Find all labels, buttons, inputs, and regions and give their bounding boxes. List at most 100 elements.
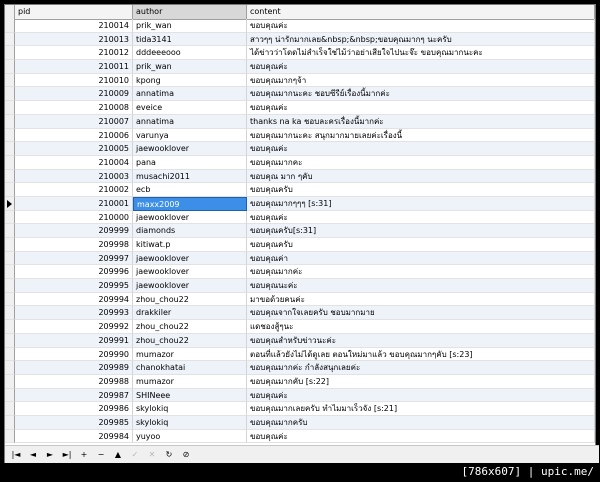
cell-pid[interactable]: 210000 (15, 210, 133, 225)
prior-record-button[interactable]: ◄ (26, 448, 40, 462)
table-row[interactable]: 209988 mumazor ขอบคุณมากคับ [s:22] (5, 374, 595, 389)
table-row[interactable]: 209994 zhou_chou22 มาขอด้วยคนค่ะ (5, 292, 595, 307)
cell-content[interactable]: ขอบคุณนะค่ะ (247, 279, 595, 293)
cell-content[interactable]: ขอบคุณสำหรับข่าวนะค่ะ (247, 333, 595, 348)
cancel-edit-button[interactable]: ✕ (145, 448, 159, 462)
last-record-button[interactable]: ►| (60, 448, 74, 462)
insert-record-button[interactable]: + (77, 448, 91, 462)
cell-content[interactable]: มาขอด้วยคนค่ะ (247, 292, 595, 307)
cell-author[interactable]: chanokhatai (133, 361, 247, 375)
cell-pid[interactable]: 210008 (15, 101, 133, 115)
table-row[interactable]: 210006 varunya ขอบคุณมากนะคะ สนุกมากมายเลย… (5, 128, 595, 143)
cell-content[interactable]: ขอบคุณค่ะ (247, 210, 595, 225)
cell-author[interactable]: mumazor (133, 374, 247, 389)
cell-pid[interactable]: 210004 (15, 155, 133, 170)
row-indicator[interactable] (5, 169, 15, 184)
cell-content[interactable]: ขอบคุณมากค่ะ (247, 265, 595, 280)
table-row[interactable]: 209991 zhou_chou22 ขอบคุณสำหรับข่าวนะค่ะ (5, 333, 595, 348)
cell-author[interactable]: zhou_chou22 (133, 333, 247, 348)
cell-author[interactable]: tida3141 (133, 32, 247, 47)
cell-content[interactable]: ตอนที่แล้วยังไม่ได้ดูเลย ตอนใหม่มาแล้ว ข… (247, 347, 595, 362)
post-edit-button[interactable]: ✓ (128, 448, 142, 462)
cell-content[interactable]: ขอบคุณค่ะ (247, 19, 595, 33)
cell-author[interactable]: prik_wan (133, 60, 247, 74)
table-row[interactable]: 209995 jaewooklover ขอบคุณนะค่ะ (5, 279, 595, 293)
apply-filter-button[interactable]: ⊘ (179, 448, 193, 462)
cell-author[interactable]: jaewooklover (133, 279, 247, 293)
row-indicator[interactable] (5, 32, 15, 47)
cell-author[interactable]: jaewooklover (133, 251, 247, 266)
cell-content[interactable]: ขอบคุณมากคับ [s:22] (247, 374, 595, 389)
cell-pid[interactable]: 209992 (15, 320, 133, 334)
cell-author[interactable]: dddeeeooo (133, 46, 247, 61)
row-indicator[interactable] (5, 155, 15, 170)
cell-pid[interactable]: 209986 (15, 402, 133, 416)
cell-author[interactable]: prik_wan (133, 19, 247, 33)
cell-pid[interactable]: 210012 (15, 46, 133, 61)
table-row[interactable]: 210004 pana ขอบคุณมากคะ (5, 155, 595, 170)
cell-content[interactable]: thanks na ka ชอบละครเรื่องนี้มากค่ะ (247, 114, 595, 129)
cell-author[interactable]: diamonds (133, 224, 247, 238)
row-indicator[interactable] (5, 142, 15, 156)
cell-content[interactable]: ขอบคุณมากครับ (247, 415, 595, 430)
cell-pid[interactable]: 210003 (15, 169, 133, 184)
row-indicator[interactable] (5, 265, 15, 280)
cell-pid[interactable]: 210010 (15, 73, 133, 88)
cell-author[interactable]: annatima (133, 87, 247, 102)
cell-author[interactable]: zhou_chou22 (133, 320, 247, 334)
cell-content[interactable]: ขอบคุณค่ะ (247, 60, 595, 74)
table-row[interactable]: 210005 jaewooklover ขอบคุณค่ะ (5, 142, 595, 156)
row-indicator[interactable] (5, 333, 15, 348)
cell-pid[interactable]: 209996 (15, 265, 133, 280)
cell-content[interactable]: ขอบคุณครับ[s:31] (247, 224, 595, 238)
cell-author[interactable]: SHINeee (133, 388, 247, 403)
row-indicator[interactable] (5, 429, 15, 444)
cell-author[interactable]: skylokiq (133, 402, 247, 416)
cell-author[interactable]: kitiwat.p (133, 238, 247, 252)
cell-author[interactable]: pana (133, 155, 247, 170)
cell-pid[interactable]: 209989 (15, 361, 133, 375)
cell-pid[interactable]: 209994 (15, 292, 133, 307)
cell-pid[interactable]: 209998 (15, 238, 133, 252)
cell-author[interactable]: jaewooklover (133, 142, 247, 156)
cell-pid[interactable]: 210005 (15, 142, 133, 156)
cell-pid[interactable]: 210001 (15, 196, 133, 211)
table-row[interactable]: 209984 yuyoo ขอบคุณค่ะ (5, 429, 595, 444)
table-row[interactable]: 209985 skylokiq ขอบคุณมากครับ (5, 415, 595, 430)
cell-pid[interactable]: 209993 (15, 306, 133, 321)
row-indicator[interactable] (5, 183, 15, 197)
table-row[interactable]: 209996 jaewooklover ขอบคุณมากค่ะ (5, 265, 595, 280)
cell-author[interactable]: jaewooklover (133, 210, 247, 225)
row-indicator[interactable] (5, 87, 15, 102)
table-row[interactable]: 209989 chanokhatai ขอบคุณมากค่ะ กำลังสนุกเ… (5, 361, 595, 375)
column-header-author[interactable]: author (133, 5, 247, 19)
table-row[interactable]: 210014 prik_wan ขอบคุณค่ะ (5, 19, 595, 33)
cell-pid[interactable]: 209988 (15, 374, 133, 389)
cell-content[interactable]: ขอบคุณครับ (247, 238, 595, 252)
cell-content[interactable]: ขอบคุณค่ะ (247, 101, 595, 115)
cell-author[interactable]: annatima (133, 114, 247, 129)
table-row[interactable]: 210007 annatima thanks na ka ชอบละครเรื่อง… (5, 114, 595, 129)
cell-pid[interactable]: 209990 (15, 347, 133, 362)
cell-author[interactable]: eveice (133, 101, 247, 115)
cell-content[interactable]: ขอบคุณมากๆๆๆ [s:31] (247, 196, 595, 211)
cell-pid[interactable]: 210011 (15, 60, 133, 74)
cell-content[interactable]: ได้ข่าวว่าโดดไม่สำเร็จใช่ไม้ว่าอย่าเสียใ… (247, 46, 595, 61)
cell-author[interactable]: ecb (133, 183, 247, 197)
table-row[interactable]: 209998 kitiwat.p ขอบคุณครับ (5, 238, 595, 252)
cell-pid[interactable]: 210002 (15, 183, 133, 197)
table-row[interactable]: 210008 eveice ขอบคุณค่ะ (5, 101, 595, 115)
edit-record-button[interactable]: ▲ (111, 448, 125, 462)
table-row[interactable]: 210012 dddeeeooo ได้ข่าวว่าโดดไม่สำเร็จใช่… (5, 46, 595, 61)
row-indicator[interactable] (5, 374, 15, 389)
cell-content[interactable]: ขอบคุณค่ะ (247, 429, 595, 444)
cell-pid[interactable]: 209997 (15, 251, 133, 266)
table-row[interactable]: 210000 jaewooklover ขอบคุณค่ะ (5, 210, 595, 225)
row-indicator[interactable] (5, 251, 15, 266)
cell-pid[interactable]: 209995 (15, 279, 133, 293)
row-indicator[interactable] (5, 238, 15, 252)
row-indicator[interactable] (5, 60, 15, 74)
table-row[interactable]: 210011 prik_wan ขอบคุณค่ะ (5, 60, 595, 74)
cell-pid[interactable]: 209985 (15, 415, 133, 430)
row-indicator[interactable] (5, 46, 15, 61)
